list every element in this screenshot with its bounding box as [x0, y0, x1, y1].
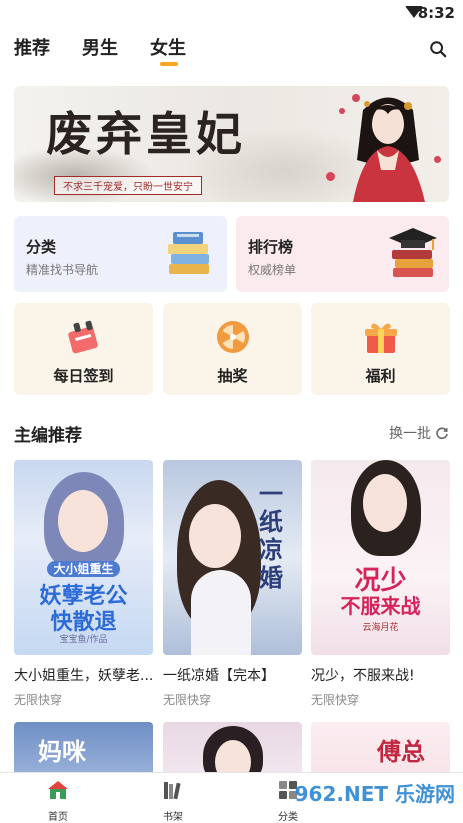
book-card[interactable]: 一纸凉婚 一纸凉婚【完本】 无限快穿: [163, 460, 302, 708]
book-category: 无限快穿: [14, 693, 63, 707]
nav-label: 书架: [163, 812, 183, 823]
book-cover: 一纸凉婚: [163, 460, 302, 655]
nav-home[interactable]: 首页: [28, 779, 88, 823]
cover-text: 不服来战: [340, 594, 421, 618]
lottery-wheel-icon: [217, 321, 249, 353]
watermark: 962.NET 乐游网: [295, 778, 455, 807]
daily-sign-in-label: 每日签到: [53, 367, 114, 385]
lottery-label: 抽奖: [217, 367, 248, 385]
cover-text: 妈咪: [38, 737, 86, 766]
category-title: 分类: [26, 238, 57, 256]
tab-male[interactable]: 男生: [82, 34, 118, 68]
watermark-text: 962.NET 乐游网: [294, 782, 455, 806]
graduation-books-icon: [389, 228, 437, 277]
lottery-card[interactable]: 抽奖: [163, 303, 302, 395]
tab-female[interactable]: 女生: [150, 34, 186, 68]
promo-banner[interactable]: 废弃皇妃 不求三千宠爱，只盼一世安宁: [14, 86, 449, 202]
blossom-decoration: [434, 156, 441, 163]
cover-character-dress: [191, 570, 251, 655]
book-stack-icon: [168, 232, 209, 274]
sign-in-icon: [68, 320, 98, 354]
banner-title: 废弃皇妃: [46, 107, 246, 161]
category-subtitle: 精准找书导航: [26, 263, 99, 277]
cover-text: 大小姐重生: [47, 561, 120, 577]
nav-label: 首页: [48, 812, 68, 823]
book-category: 无限快穿: [311, 693, 360, 707]
cover-character-face: [58, 490, 108, 552]
search-icon[interactable]: [429, 40, 447, 58]
refresh-icon: [436, 427, 448, 440]
book-card[interactable]: 大小姐重生 妖孽老公 快散退 宝宝鱼/作品 大小姐重生，妖孽老... 无限快穿: [14, 460, 153, 708]
top-tabs: 推荐 男生 女生: [14, 34, 186, 68]
nav-bookshelf[interactable]: 书架: [143, 779, 203, 823]
category-card[interactable]: 分类 精准找书导航: [14, 216, 227, 292]
welfare-label: 福利: [365, 367, 396, 385]
book-title: 大小姐重生，妖孽老...: [14, 668, 153, 684]
book-title: 一纸凉婚【完本】: [163, 668, 275, 684]
banner-subtitle: 不求三千宠爱，只盼一世安宁: [54, 176, 202, 195]
refresh-button[interactable]: 换一批: [389, 423, 449, 443]
cover-text: 傅总: [377, 737, 425, 766]
blossom-decoration: [352, 94, 360, 102]
tab-label: 男生: [82, 38, 118, 59]
ranking-title: 排行榜: [248, 238, 294, 256]
tab-label: 女生: [150, 38, 186, 59]
gift-icon: [365, 323, 397, 353]
book-category: 无限快穿: [163, 693, 212, 707]
cover-author: 宝宝鱼/作品: [59, 635, 108, 645]
cover-character-face: [189, 504, 241, 568]
refresh-label: 换一批: [389, 426, 431, 442]
blossom-decoration: [326, 172, 335, 181]
tab-recommend[interactable]: 推荐: [14, 34, 50, 68]
blossom-decoration: [339, 108, 345, 114]
book-card[interactable]: 况少 不服来战 云海月花 况少，不服来战! 无限快穿: [311, 460, 450, 708]
cover-character-face: [363, 474, 407, 532]
daily-sign-in-card[interactable]: 每日签到: [14, 303, 153, 395]
bookshelf-icon: [164, 782, 181, 800]
cover-text: 一纸凉婚: [259, 479, 283, 592]
cover-author: 云海月花: [362, 623, 399, 633]
status-bar: 8:32: [0, 0, 463, 26]
ranking-subtitle: 权威榜单: [248, 263, 297, 277]
home-icon: [48, 781, 68, 799]
nav-label: 分类: [278, 812, 298, 823]
tab-label: 推荐: [14, 38, 50, 59]
welfare-card[interactable]: 福利: [311, 303, 450, 395]
section-title: 主编推荐: [14, 426, 82, 446]
book-title: 况少，不服来战!: [311, 668, 415, 684]
book-cover: 况少 不服来战 云海月花: [311, 460, 450, 655]
status-time: 8:32: [417, 4, 455, 22]
banner-character-illustration: [353, 97, 425, 202]
book-cover: 大小姐重生 妖孽老公 快散退 宝宝鱼/作品: [14, 460, 153, 655]
ranking-card[interactable]: 排行榜 权威榜单: [236, 216, 449, 292]
tab-active-indicator: [160, 62, 178, 66]
